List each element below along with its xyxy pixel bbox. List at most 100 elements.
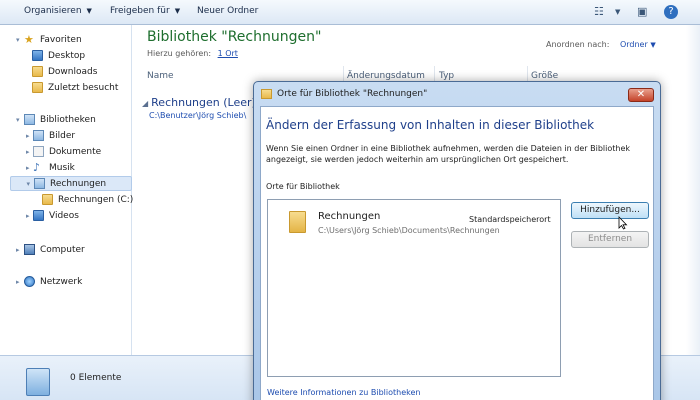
folder-icon: [261, 89, 272, 99]
nav-invoices[interactable]: ▾ Rechnungen: [10, 176, 132, 191]
expand-icon[interactable]: ▸: [16, 278, 24, 286]
library-title: Bibliothek "Rechnungen": [147, 29, 322, 45]
group-header[interactable]: ◢ Rechnungen (Leer): [142, 96, 256, 109]
nav-label: Rechnungen (C:): [58, 194, 134, 205]
share-label: Freigeben für: [110, 6, 170, 16]
arrange-label: Anordnen nach:: [546, 40, 610, 49]
collapse-icon[interactable]: ◢: [142, 99, 148, 108]
recent-places-icon: [32, 82, 43, 93]
new-folder-button[interactable]: Neuer Ordner: [197, 6, 258, 16]
expand-icon[interactable]: ▸: [26, 132, 33, 140]
nav-label: Desktop: [48, 50, 86, 61]
location-path: C:\Users\Jörg Schieb\Documents\Rechnunge…: [318, 226, 500, 235]
library-icon: [34, 178, 45, 189]
group-path[interactable]: C:\Benutzer\Jörg Schieb\: [149, 111, 246, 120]
help-icon[interactable]: ?: [664, 5, 678, 19]
nav-label: Bilder: [49, 130, 76, 141]
nav-pictures[interactable]: ▸ Bilder: [26, 128, 148, 143]
downloads-icon: [32, 66, 43, 77]
library-icon: [26, 368, 50, 396]
library-locations-dialog: Orte für Bibliothek "Rechnungen" ✕ Änder…: [253, 81, 661, 400]
nav-libraries[interactable]: ▾ Bibliotheken: [16, 112, 138, 127]
nav-label: Netzwerk: [40, 276, 83, 287]
videos-icon: [33, 210, 44, 221]
locations-list[interactable]: Rechnungen Standardspeicherort C:\Users\…: [267, 199, 561, 377]
more-info-link[interactable]: Weitere Informationen zu Bibliotheken: [267, 388, 420, 397]
dialog-title: Orte für Bibliothek "Rechnungen": [277, 89, 428, 99]
share-button[interactable]: Freigeben für ▼: [110, 6, 180, 16]
dialog-heading: Ändern der Erfassung von Inhalten in die…: [266, 118, 595, 132]
nav-label: Favoriten: [40, 34, 82, 45]
nav-label: Computer: [40, 244, 85, 255]
expand-icon[interactable]: ▸: [16, 246, 24, 254]
arrange-by: Anordnen nach: Ordner ▼: [546, 40, 656, 49]
star-icon: ★: [24, 33, 34, 46]
pictures-icon: [33, 130, 44, 141]
location-name[interactable]: Rechnungen: [318, 211, 380, 222]
dialog-titlebar[interactable]: Orte für Bibliothek "Rechnungen" ✕: [254, 82, 660, 106]
column-type[interactable]: Typ: [439, 71, 454, 81]
organize-label: Organisieren: [24, 6, 82, 16]
nav-downloads[interactable]: Downloads: [32, 64, 154, 79]
nav-network[interactable]: ▸ Netzwerk: [16, 274, 138, 289]
dialog-body: Ändern der Erfassung von Inhalten in die…: [260, 106, 654, 400]
collapse-icon[interactable]: ▾: [16, 36, 24, 44]
nav-desktop[interactable]: Desktop: [32, 48, 154, 63]
arrange-dropdown[interactable]: Ordner ▼: [620, 40, 656, 49]
nav-computer[interactable]: ▸ Computer: [16, 242, 138, 257]
preview-pane-icon[interactable]: ▣: [637, 5, 647, 18]
add-button[interactable]: Hinzufügen...: [571, 202, 649, 219]
close-button[interactable]: ✕: [628, 88, 654, 102]
navigation-pane: ▾ ★ Favoriten Desktop Downloads Zuletzt …: [0, 25, 133, 355]
view-dropdown-icon[interactable]: ▼: [615, 8, 620, 16]
nav-invoices-c[interactable]: Rechnungen (C:): [42, 192, 164, 207]
desktop-icon: [32, 50, 43, 61]
music-icon: ♪: [33, 161, 41, 174]
computer-icon: [24, 244, 35, 255]
folder-icon: [42, 194, 53, 205]
mouse-cursor-icon: [618, 216, 628, 230]
command-bar: Organisieren ▼ Freigeben für ▼ Neuer Ordne…: [0, 0, 700, 25]
chevron-down-icon: ▼: [650, 41, 656, 49]
folder-icon: [289, 211, 306, 233]
nav-label: Bibliotheken: [40, 114, 96, 125]
nav-label: Zuletzt besucht: [48, 82, 119, 93]
nav-music[interactable]: ▸ ♪ Musik: [26, 160, 148, 175]
column-date[interactable]: Änderungsdatum: [347, 71, 425, 81]
window-edge: [686, 25, 700, 355]
expand-icon[interactable]: ▸: [26, 148, 33, 156]
includes-label: Hierzu gehören:: [147, 49, 212, 58]
default-location-label: Standardspeicherort: [469, 215, 551, 224]
item-count: 0 Elemente: [70, 373, 122, 383]
arrange-value: Ordner: [619, 40, 648, 49]
nav-documents[interactable]: ▸ Dokumente: [26, 144, 148, 159]
group-title: Rechnungen (Leer): [151, 96, 256, 109]
nav-label: Musik: [49, 162, 75, 173]
column-size[interactable]: Größe: [531, 71, 558, 81]
includes-link[interactable]: 1 Ort: [218, 49, 238, 58]
chevron-down-icon: ▼: [86, 7, 92, 15]
remove-button[interactable]: Entfernen: [571, 231, 649, 248]
nav-label: Videos: [49, 210, 79, 221]
nav-recent[interactable]: Zuletzt besucht: [32, 80, 154, 95]
chevron-down-icon: ▼: [174, 7, 181, 15]
column-name[interactable]: Name: [147, 71, 174, 81]
organize-button[interactable]: Organisieren ▼: [24, 6, 92, 16]
view-options-icon[interactable]: ☷: [594, 5, 604, 18]
expand-icon[interactable]: ▸: [26, 212, 33, 220]
nav-label: Rechnungen: [50, 178, 107, 189]
library-includes: Hierzu gehören: 1 Ort: [147, 49, 238, 58]
libraries-icon: [24, 114, 35, 125]
dialog-description: Wenn Sie einen Ordner in eine Bibliothek…: [266, 144, 631, 164]
nav-label: Downloads: [48, 66, 98, 77]
nav-videos[interactable]: ▸ Videos: [26, 208, 148, 223]
nav-label: Dokumente: [49, 146, 102, 157]
network-icon: [24, 276, 35, 287]
documents-icon: [33, 146, 44, 157]
collapse-icon[interactable]: ▾: [16, 116, 24, 124]
collapse-icon[interactable]: ▾: [11, 180, 34, 188]
expand-icon[interactable]: ▸: [26, 164, 33, 172]
nav-favorites[interactable]: ▾ ★ Favoriten: [16, 32, 138, 47]
close-icon: ✕: [636, 89, 646, 100]
locations-label: Orte für Bibliothek: [266, 182, 340, 191]
